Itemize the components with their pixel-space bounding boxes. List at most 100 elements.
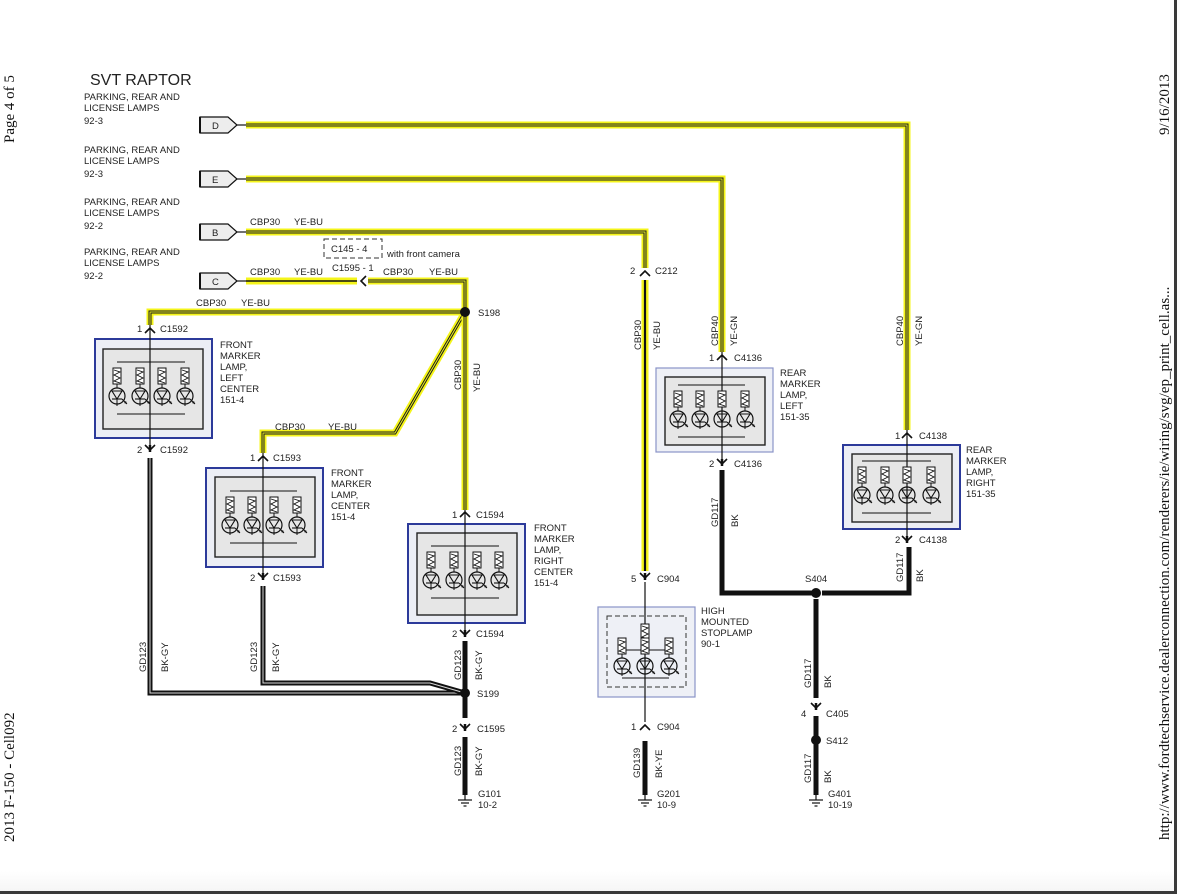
component-name: LAMP, (780, 390, 807, 401)
connector-id: C1595 (477, 724, 505, 735)
input-tag-c[interactable]: C (199, 272, 238, 290)
input-e-label: PARKING, REAR AND LICENSE LAMPS 92-3 (84, 145, 180, 180)
component-label: REAR MARKER LAMP, RIGHT 151-35 (966, 445, 1007, 500)
component-name: HIGH (701, 606, 725, 617)
ground-id: G401 (828, 789, 851, 800)
wire-e-cbp40[interactable] (237, 175, 726, 352)
wire-label: BK-GY (271, 642, 282, 672)
wire-label: YE-BU (294, 267, 323, 278)
component-front-marker-right-center[interactable] (407, 510, 526, 639)
connector-c1595[interactable]: 2 C1595 (452, 722, 505, 735)
pin-number: 5 (631, 574, 636, 585)
connector-id: C405 (826, 709, 849, 720)
pin-number: 1 (137, 324, 142, 335)
wire-label: CBP30 (250, 217, 280, 228)
component-name: LAMP, (331, 490, 358, 501)
page-bottom-shade (0, 871, 1174, 891)
component-rear-marker-right[interactable] (842, 430, 961, 545)
connector-id: C904 (657, 574, 680, 585)
wire-label: BK-YE (654, 749, 665, 778)
input-ref: 92-2 (84, 221, 103, 232)
wire-label: GD123 (249, 642, 260, 672)
input-desc: PARKING, REAR AND (84, 145, 180, 156)
wire-label: YE-GN (914, 316, 925, 346)
alt-connector-label: C1595 - 1 (332, 263, 374, 274)
wire-label: GD123 (453, 650, 464, 680)
wire-label: BK-GY (474, 650, 485, 680)
wire-c-cbp30[interactable] (237, 277, 469, 312)
component-ref: 151-35 (966, 489, 996, 500)
wire-label: BK (823, 770, 834, 783)
connector-id: C1592 (160, 445, 188, 456)
pin-number: 1 (250, 453, 255, 464)
splice-label: S404 (805, 574, 827, 585)
wire-label: CBP30 (453, 360, 464, 390)
connector-id: C1592 (160, 324, 188, 335)
pin-number: 2 (250, 573, 255, 584)
pin-number: 1 (631, 722, 636, 733)
component-front-marker-left-center[interactable] (94, 325, 213, 454)
wire-label: GD117 (895, 553, 906, 582)
connector-id: C212 (655, 266, 678, 277)
pin-number: 1 (895, 431, 900, 442)
component-name: STOPLAMP (701, 628, 753, 639)
component-name: MARKER (966, 456, 1007, 467)
component-front-marker-center[interactable] (205, 453, 324, 582)
component-high-mounted-stoplamp[interactable] (597, 571, 696, 731)
wire-label: CBP40 (710, 316, 721, 346)
input-tag-d[interactable]: D (199, 116, 238, 134)
camera-note: with front camera (386, 249, 461, 260)
connector-id: C4136 (734, 459, 762, 470)
component-ref: 151-4 (534, 578, 558, 589)
component-label: FRONT MARKER LAMP, RIGHT CENTER 151-4 (534, 523, 575, 589)
input-tag-text: D (212, 121, 219, 132)
wire-label: GD123 (453, 746, 464, 776)
wire-label: YE-BU (294, 217, 323, 228)
wire-label: YE-BU (328, 422, 357, 433)
wire-label: CBP30 (383, 267, 413, 278)
component-name: RIGHT (966, 478, 996, 489)
input-ref: 92-3 (84, 169, 103, 180)
pin-number: 2 (895, 535, 900, 546)
input-ref: 92-3 (84, 116, 103, 127)
connector-id: C4138 (919, 535, 947, 546)
input-tag-e[interactable]: E (199, 170, 238, 188)
pin-number: 2 (452, 629, 457, 640)
wire-label: BK-GY (474, 746, 485, 776)
wiring-diagram-page: Page 4 of 5 2013 F-150 - Cell092 http://… (0, 0, 1177, 894)
component-name: FRONT (331, 468, 364, 479)
input-desc: PARKING, REAR AND (84, 247, 180, 258)
wire-label: CBP30 (196, 298, 226, 309)
pin-number: 2 (137, 445, 142, 456)
connector-c212[interactable]: 2 C212 (630, 266, 678, 277)
pin-number: 1 (452, 510, 457, 521)
wire-label: CBP30 (275, 422, 305, 433)
connector-id: C4136 (734, 353, 762, 364)
input-desc: LICENSE LAMPS (84, 156, 160, 167)
wire-label: GD123 (138, 642, 149, 672)
component-name: FRONT (534, 523, 567, 534)
input-tag-text: C (212, 277, 219, 288)
input-desc: PARKING, REAR AND (84, 92, 180, 103)
ground-ref: 10-19 (828, 800, 852, 811)
diagram-title: SVT RAPTOR (90, 72, 192, 89)
connector-c405[interactable]: 4 C405 (801, 701, 849, 720)
pin-number: 2 (452, 724, 457, 735)
ground-id: G201 (657, 789, 680, 800)
component-rear-marker-left[interactable] (655, 352, 774, 468)
wire-label: YE-BU (652, 321, 663, 350)
input-tag-text: E (212, 175, 218, 186)
component-name: MARKER (331, 479, 372, 490)
input-c-label: PARKING, REAR AND LICENSE LAMPS 92-2 (84, 247, 180, 282)
wire-s198-to-c1592[interactable] (146, 308, 465, 325)
component-label: HIGH MOUNTED STOPLAMP 90-1 (701, 606, 753, 650)
pin-number: 4 (801, 709, 806, 720)
component-ref: 151-35 (780, 412, 810, 423)
input-tag-b[interactable]: B (199, 223, 238, 241)
wire-label: CBP30 (250, 267, 280, 278)
pin-number: 2 (630, 266, 635, 277)
input-d-label: PARKING, REAR AND LICENSE LAMPS 92-3 (84, 92, 180, 127)
wire-label: BK (730, 514, 741, 527)
component-name: FRONT (220, 340, 253, 351)
input-desc: LICENSE LAMPS (84, 103, 160, 114)
